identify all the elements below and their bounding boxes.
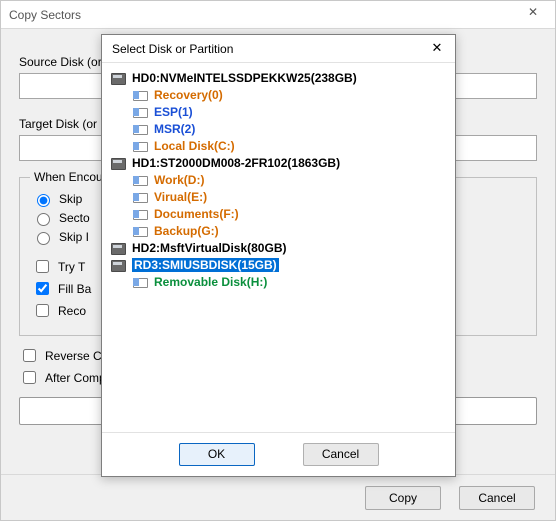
partition-icon bbox=[132, 275, 148, 289]
partition-icon bbox=[132, 224, 148, 238]
partition-node[interactable]: Recovery(0) bbox=[132, 86, 445, 103]
partition-icon bbox=[132, 173, 148, 187]
copy-button[interactable]: Copy bbox=[365, 486, 441, 510]
disk-label: HD2:MsftVirtualDisk(80GB) bbox=[132, 241, 286, 255]
partition-node[interactable]: Virual(E:) bbox=[132, 188, 445, 205]
parent-close-button[interactable]: ✕ bbox=[519, 5, 547, 25]
disk-icon bbox=[110, 241, 126, 255]
disk-label: HD0:NVMeINTELSSDPEKKW25(238GB) bbox=[132, 71, 357, 85]
radio-sector[interactable] bbox=[37, 213, 50, 226]
partition-label: Documents(F:) bbox=[154, 207, 239, 221]
radio-sector-label: Secto bbox=[59, 211, 90, 225]
partition-icon bbox=[132, 88, 148, 102]
partition-node[interactable]: ESP(1) bbox=[132, 103, 445, 120]
partition-node[interactable]: Documents(F:) bbox=[132, 205, 445, 222]
parent-title-text: Copy Sectors bbox=[9, 8, 519, 22]
check-try[interactable] bbox=[36, 260, 49, 273]
partition-label: Local Disk(C:) bbox=[154, 139, 235, 153]
check-reco[interactable] bbox=[36, 304, 49, 317]
disk-label: RD3:SMIUSBDISK(15GB) bbox=[132, 258, 279, 272]
radio-skip2-label: Skip I bbox=[59, 230, 89, 244]
parent-footer: Copy Cancel bbox=[1, 474, 555, 520]
disk-node[interactable]: HD0:NVMeINTELSSDPEKKW25(238GB) bbox=[110, 69, 445, 86]
disk-label: HD1:ST2000DM008-2FR102(1863GB) bbox=[132, 156, 340, 170]
disk-icon bbox=[110, 71, 126, 85]
check-after[interactable] bbox=[23, 371, 36, 384]
partition-node[interactable]: Work(D:) bbox=[132, 171, 445, 188]
partition-label: Virual(E:) bbox=[154, 190, 207, 204]
partition-icon bbox=[132, 207, 148, 221]
parent-cancel-button[interactable]: Cancel bbox=[459, 486, 535, 510]
partition-icon bbox=[132, 105, 148, 119]
parent-titlebar: Copy Sectors ✕ bbox=[1, 1, 555, 29]
partition-label: Removable Disk(H:) bbox=[154, 275, 267, 289]
disk-tree[interactable]: HD0:NVMeINTELSSDPEKKW25(238GB) Recovery(0… bbox=[102, 63, 455, 432]
disk-node[interactable]: HD1:ST2000DM008-2FR102(1863GB) bbox=[110, 154, 445, 171]
partition-icon bbox=[132, 139, 148, 153]
check-reco-label: Reco bbox=[58, 304, 86, 318]
ok-button[interactable]: OK bbox=[179, 443, 255, 466]
check-reverse[interactable] bbox=[23, 349, 36, 362]
check-try-label: Try T bbox=[58, 260, 85, 274]
partition-node[interactable]: MSR(2) bbox=[132, 120, 445, 137]
radio-skip2[interactable] bbox=[37, 232, 50, 245]
partition-label: MSR(2) bbox=[154, 122, 195, 136]
modal-close-button[interactable]: ✕ bbox=[425, 40, 449, 58]
partition-node[interactable]: Removable Disk(H:) bbox=[132, 273, 445, 290]
disk-node[interactable]: HD2:MsftVirtualDisk(80GB) bbox=[110, 239, 445, 256]
modal-titlebar: Select Disk or Partition ✕ bbox=[102, 35, 455, 63]
partition-label: Work(D:) bbox=[154, 173, 204, 187]
radio-skip[interactable] bbox=[37, 194, 50, 207]
check-reverse-label: Reverse Co bbox=[45, 349, 108, 363]
modal-footer: OK Cancel bbox=[102, 432, 455, 476]
disk-icon bbox=[110, 258, 126, 272]
check-fill[interactable] bbox=[36, 282, 49, 295]
partition-node[interactable]: Local Disk(C:) bbox=[132, 137, 445, 154]
disk-node[interactable]: RD3:SMIUSBDISK(15GB) bbox=[110, 256, 445, 273]
partition-label: Recovery(0) bbox=[154, 88, 223, 102]
check-after-label: After Comp bbox=[45, 371, 106, 385]
modal-title-text: Select Disk or Partition bbox=[112, 42, 425, 56]
partition-label: ESP(1) bbox=[154, 105, 193, 119]
disk-icon bbox=[110, 156, 126, 170]
check-fill-label: Fill Ba bbox=[58, 282, 91, 296]
partition-node[interactable]: Backup(G:) bbox=[132, 222, 445, 239]
partition-icon bbox=[132, 122, 148, 136]
radio-skip-label: Skip bbox=[59, 192, 82, 206]
partition-icon bbox=[132, 190, 148, 204]
modal-cancel-button[interactable]: Cancel bbox=[303, 443, 379, 466]
partition-label: Backup(G:) bbox=[154, 224, 219, 238]
select-disk-dialog: Select Disk or Partition ✕ HD0:NVMeINTEL… bbox=[101, 34, 456, 477]
